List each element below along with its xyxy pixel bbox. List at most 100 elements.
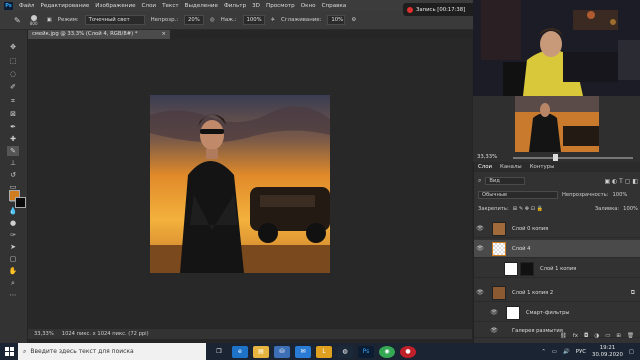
navigator-zoom[interactable]: 33,33% xyxy=(477,154,497,160)
smoothing-settings-icon[interactable]: ⚙ xyxy=(351,17,356,23)
mode-select[interactable]: Точечный свет xyxy=(84,15,145,25)
menu-3d[interactable]: 3D xyxy=(252,3,260,9)
menu-image[interactable]: Изображение xyxy=(95,3,135,9)
add-mask-icon[interactable]: ◘ xyxy=(584,333,588,341)
volume-icon[interactable]: 🔊 xyxy=(563,349,570,355)
crop-tool-icon[interactable]: ⌗ xyxy=(7,96,19,106)
file-explorer-icon[interactable]: ▤ xyxy=(253,345,269,358)
lock-label: Закрепить: xyxy=(478,206,509,212)
menu-help[interactable]: Справка xyxy=(322,3,347,9)
layer-fill-field[interactable]: 100% xyxy=(623,206,638,212)
marquee-tool-icon[interactable]: ⬚ xyxy=(7,56,19,66)
lasso-tool-icon[interactable]: ◌ xyxy=(7,69,19,79)
layer-name[interactable]: Смарт-фильтры xyxy=(526,310,570,316)
menu-type[interactable]: Текст xyxy=(162,3,179,9)
rectangle-tool-icon[interactable]: ▢ xyxy=(7,254,19,264)
keyboard-language[interactable]: РУС xyxy=(576,349,586,355)
layer-row-smart-filters[interactable]: 👁 Смарт-фильтры xyxy=(474,304,640,322)
mail-icon[interactable]: ✉ xyxy=(295,345,311,358)
tab-channels[interactable]: Каналы xyxy=(500,164,522,170)
new-layer-icon[interactable]: ⊞ xyxy=(616,333,621,341)
edge-browser-icon[interactable]: e xyxy=(232,345,248,358)
layer-name[interactable]: Слой 0 копия xyxy=(512,226,548,232)
layer-opacity-field[interactable]: 100% xyxy=(613,192,628,198)
steam-icon[interactable]: ◍ xyxy=(337,345,353,358)
zoom-tool-icon[interactable]: ⌕ xyxy=(7,278,19,288)
adjustment-layer-icon[interactable]: ◑ xyxy=(594,333,599,341)
history-brush-tool-icon[interactable]: ↺ xyxy=(7,170,19,180)
layer-row[interactable]: Слой 1 копия xyxy=(474,260,640,278)
network-icon[interactable]: ▭ xyxy=(552,349,557,355)
obs-record-icon[interactable]: ● xyxy=(400,345,416,358)
pen-tool-icon[interactable]: ✑ xyxy=(7,230,19,240)
task-view-icon[interactable]: ❐ xyxy=(211,346,227,358)
layer-filter-select[interactable]: Вид xyxy=(485,177,526,185)
visibility-eye-icon[interactable]: 👁 xyxy=(474,289,486,296)
more-tools-icon[interactable]: ⋯ xyxy=(7,290,19,300)
layer-row[interactable]: 👁 Слой 0 копия xyxy=(474,220,640,238)
notifications-icon[interactable]: ▢ xyxy=(629,349,634,355)
move-tool-icon[interactable]: ✥ xyxy=(7,42,19,52)
navigator-slider-handle[interactable] xyxy=(553,154,558,161)
visibility-eye-icon[interactable]: 👁 xyxy=(474,245,486,252)
menu-view[interactable]: Просмотр xyxy=(266,3,295,9)
delete-layer-icon[interactable]: 🗑 xyxy=(627,333,634,341)
frame-tool-icon[interactable]: ⊠ xyxy=(7,109,19,119)
menu-layers[interactable]: Слои xyxy=(142,3,157,9)
tab-layers[interactable]: Слои xyxy=(478,164,492,170)
dodge-tool-icon[interactable]: ● xyxy=(7,218,19,228)
tab-paths[interactable]: Контуры xyxy=(530,164,555,170)
layer-name[interactable]: Слой 4 xyxy=(512,246,530,252)
eyedropper-tool-icon[interactable]: ✒ xyxy=(7,122,19,132)
taskbar-clock[interactable]: 19:21 30.09.2020 xyxy=(592,345,623,359)
path-selection-tool-icon[interactable]: ➤ xyxy=(7,242,19,252)
layer-name[interactable]: Слой 1 копия xyxy=(540,266,576,272)
close-tab-icon[interactable]: × xyxy=(162,31,166,38)
layer-row[interactable]: 👁 Слой 1 копия 2 ⧉ xyxy=(474,284,640,302)
status-zoom[interactable]: 33,33% xyxy=(34,331,54,337)
document-tab[interactable]: смейк.jpg @ 33,3% (Слой 4, RGB/8#) * × xyxy=(28,30,170,39)
store-icon[interactable]: ⛁ xyxy=(274,345,290,358)
tray-chevron-up-icon[interactable]: ⌃ xyxy=(541,349,546,355)
menu-select[interactable]: Выделение xyxy=(185,3,218,9)
recording-indicator: Запись [00:17:38] xyxy=(403,3,475,16)
healing-brush-tool-icon[interactable]: ✚ xyxy=(7,134,19,144)
quick-select-tool-icon[interactable]: ✐ xyxy=(7,82,19,92)
photoshop-logo-icon[interactable]: Ps xyxy=(4,1,13,10)
new-group-icon[interactable]: ▭ xyxy=(605,333,610,341)
menu-file[interactable]: Файл xyxy=(19,3,34,9)
status-doc-info[interactable]: 1024 пикс. x 1024 пикс. (72 ppi) xyxy=(62,331,149,337)
navigator-zoom-slider[interactable] xyxy=(513,154,633,161)
flow-label: Наж.: xyxy=(220,17,237,23)
visibility-eye-icon[interactable]: 👁 xyxy=(488,327,500,334)
brush-tool-icon[interactable]: ✎ xyxy=(14,16,21,25)
hand-tool-icon[interactable]: ✋ xyxy=(7,266,19,276)
taskbar-search-box[interactable]: ⌕ Введите здесь текст для поиска xyxy=(18,343,206,360)
document-canvas[interactable] xyxy=(150,95,330,273)
pressure-opacity-icon[interactable]: ◎ xyxy=(210,17,215,23)
background-color-swatch[interactable] xyxy=(15,197,26,208)
visibility-eye-icon[interactable]: 👁 xyxy=(474,225,486,232)
menu-filter[interactable]: Фильтр xyxy=(224,3,246,9)
chrome-icon[interactable]: ◉ xyxy=(379,345,395,358)
filter-pixel-icon[interactable]: ▣ ◐ T ▢ ◧ xyxy=(604,178,638,185)
windows-start-button[interactable] xyxy=(0,343,18,360)
brush-preset-picker[interactable]: 800 xyxy=(27,14,41,26)
opacity-field[interactable]: 20% xyxy=(184,15,205,25)
airbrush-icon[interactable]: ✈ xyxy=(271,17,276,23)
layer-row-selected[interactable]: 👁 Слой 4 xyxy=(474,240,640,258)
lock-icons[interactable]: ⊞ ✎ ✥ ⊡ 🔒 xyxy=(513,206,543,212)
layer-name[interactable]: Слой 1 копия 2 xyxy=(512,290,553,296)
brush-panel-icon[interactable]: ▣ xyxy=(47,17,52,23)
flow-field[interactable]: 100% xyxy=(242,15,265,25)
photoshop-taskbar-icon[interactable]: Ps xyxy=(358,345,374,358)
menu-window[interactable]: Окно xyxy=(301,3,316,9)
visibility-eye-icon[interactable]: 👁 xyxy=(488,309,500,316)
navigator-thumbnail[interactable] xyxy=(515,96,599,152)
smoothing-field[interactable]: 10% xyxy=(327,15,346,25)
app-l-icon[interactable]: L xyxy=(316,345,332,358)
fx-icon[interactable]: fx xyxy=(573,333,578,341)
blend-mode-select[interactable]: Обычные xyxy=(478,191,558,199)
menu-edit[interactable]: Редактирование xyxy=(40,3,89,9)
link-layers-icon[interactable]: ⛓ xyxy=(560,333,567,341)
